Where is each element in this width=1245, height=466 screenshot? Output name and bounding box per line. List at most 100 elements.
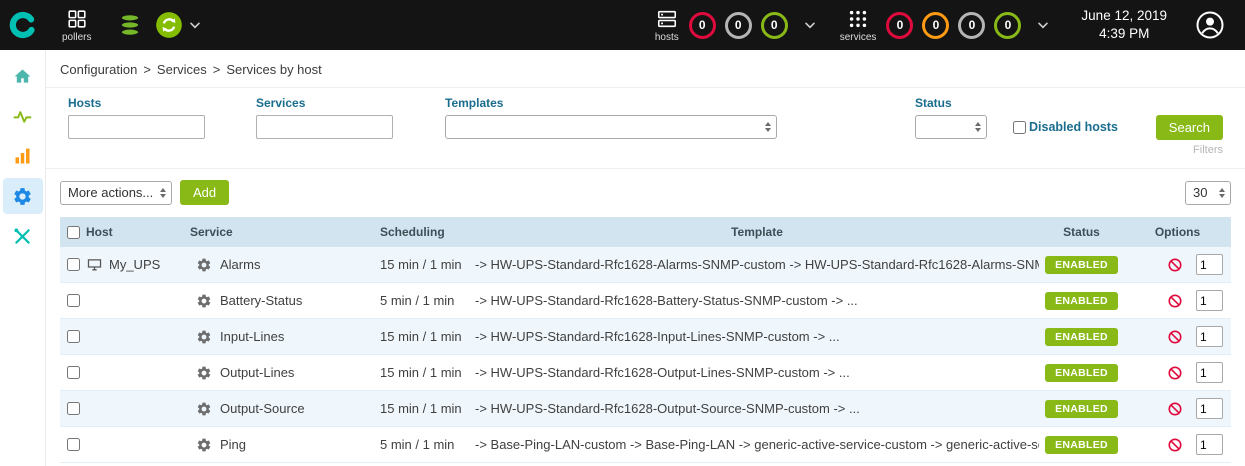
status-badge: ENABLED: [1045, 400, 1118, 418]
hosts-status-badges: 000: [689, 12, 788, 39]
status-cell: ENABLED: [1039, 256, 1124, 274]
sidebar-item-administration[interactable]: [3, 218, 43, 254]
service-name[interactable]: Battery-Status: [220, 293, 302, 308]
centreon-logo[interactable]: [0, 0, 46, 50]
row-checkbox[interactable]: [67, 366, 80, 379]
table-body: My_UPS Alarms 15 min / 1 min -> HW-UPS-S…: [60, 247, 1231, 463]
sidebar: [0, 50, 46, 466]
column-header-template[interactable]: Template: [475, 225, 1039, 239]
status-filter-label: Status: [915, 96, 987, 110]
gear-icon: [196, 293, 212, 309]
sidebar-item-monitoring[interactable]: [3, 98, 43, 134]
status-counter-badge[interactable]: 0: [725, 12, 752, 39]
row-checkbox-cell: [60, 294, 86, 307]
hosts-filter-label: Hosts: [68, 96, 205, 110]
filters-toggle[interactable]: Filters: [1193, 144, 1223, 156]
row-checkbox[interactable]: [67, 294, 80, 307]
row-checkbox[interactable]: [67, 330, 80, 343]
table-row: Ping 5 min / 1 min -> Base-Ping-LAN-cust…: [60, 427, 1231, 463]
services-menu[interactable]: services: [840, 8, 877, 43]
no-entry-icon[interactable]: [1167, 437, 1183, 453]
select-arrows-icon: [160, 188, 166, 198]
chevron-down-icon[interactable]: [802, 17, 818, 33]
gear-icon: [196, 329, 212, 345]
user-icon[interactable]: [1195, 10, 1225, 40]
options-count-input[interactable]: [1196, 398, 1223, 419]
column-header-host[interactable]: Host: [86, 225, 190, 239]
database-icon[interactable]: [117, 12, 143, 38]
column-header-status[interactable]: Status: [1039, 225, 1124, 239]
breadcrumb-item[interactable]: Configuration: [60, 62, 137, 77]
sync-icon[interactable]: [155, 11, 183, 39]
breadcrumb-item[interactable]: Services: [157, 62, 207, 77]
sidebar-item-configuration[interactable]: [3, 178, 43, 214]
no-entry-icon[interactable]: [1167, 329, 1183, 345]
status-counter-badge[interactable]: 0: [994, 12, 1021, 39]
column-header-scheduling[interactable]: Scheduling: [380, 225, 475, 239]
pollers-menu[interactable]: pollers: [62, 8, 91, 43]
row-checkbox[interactable]: [67, 438, 80, 451]
home-icon: [12, 66, 33, 87]
status-select[interactable]: [915, 115, 987, 139]
service-name[interactable]: Ping: [220, 437, 246, 452]
service-name[interactable]: Output-Source: [220, 401, 305, 416]
status-cell: ENABLED: [1039, 436, 1124, 454]
tools-icon: [12, 226, 33, 247]
chevron-down-icon[interactable]: [1035, 17, 1051, 33]
template-cell: -> HW-UPS-Standard-Rfc1628-Output-Source…: [475, 401, 1039, 416]
table-row: Output-Source 15 min / 1 min -> HW-UPS-S…: [60, 391, 1231, 427]
page-size-select[interactable]: 30: [1185, 181, 1231, 205]
service-name[interactable]: Output-Lines: [220, 365, 294, 380]
breadcrumb-item[interactable]: Services by host: [226, 62, 321, 77]
no-entry-icon[interactable]: [1167, 401, 1183, 417]
status-counter-badge[interactable]: 0: [761, 12, 788, 39]
table-row: Battery-Status 5 min / 1 min -> HW-UPS-S…: [60, 283, 1231, 319]
row-checkbox-cell: [60, 366, 86, 379]
breadcrumb-separator: >: [143, 62, 151, 77]
options-cell: [1124, 254, 1231, 275]
service-name[interactable]: Alarms: [220, 257, 260, 272]
options-count-input[interactable]: [1196, 326, 1223, 347]
no-entry-icon[interactable]: [1167, 365, 1183, 381]
column-header-options[interactable]: Options: [1124, 225, 1231, 239]
status-counter-badge[interactable]: 0: [886, 12, 913, 39]
options-count-input[interactable]: [1196, 290, 1223, 311]
disabled-hosts-checkbox[interactable]: [1013, 121, 1026, 134]
status-badge: ENABLED: [1045, 256, 1118, 274]
current-time: 4:39 PM: [1081, 25, 1167, 43]
select-all-checkbox[interactable]: [67, 226, 80, 239]
options-count-input[interactable]: [1196, 434, 1223, 455]
options-count-input[interactable]: [1196, 254, 1223, 275]
no-entry-icon[interactable]: [1167, 293, 1183, 309]
current-date: June 12, 2019: [1081, 7, 1167, 25]
add-button[interactable]: Add: [180, 180, 229, 205]
status-counter-badge[interactable]: 0: [689, 12, 716, 39]
status-counter-badge[interactable]: 0: [922, 12, 949, 39]
row-checkbox[interactable]: [67, 258, 80, 271]
templates-select[interactable]: [445, 115, 777, 139]
status-cell: ENABLED: [1039, 364, 1124, 382]
scheduling-cell: 15 min / 1 min: [380, 365, 475, 380]
hosts-label: hosts: [655, 32, 679, 43]
column-header-service[interactable]: Service: [190, 225, 380, 239]
status-filter-field: Status: [915, 96, 987, 139]
disabled-hosts-toggle[interactable]: Disabled hosts: [1013, 120, 1118, 134]
no-entry-icon[interactable]: [1167, 257, 1183, 273]
topbar: pollers hosts 000 services 0000 June 12,…: [0, 0, 1245, 50]
more-actions-select[interactable]: More actions...: [60, 181, 172, 205]
options-count-input[interactable]: [1196, 362, 1223, 383]
services-table: Host Service Scheduling Template Status …: [60, 217, 1231, 463]
sidebar-item-home[interactable]: [3, 58, 43, 94]
hosts-menu[interactable]: hosts: [655, 8, 679, 43]
status-cell: ENABLED: [1039, 328, 1124, 346]
sidebar-item-reporting[interactable]: [3, 138, 43, 174]
chevron-down-icon[interactable]: [187, 17, 203, 33]
templates-filter-label: Templates: [445, 96, 777, 110]
search-button[interactable]: Search: [1156, 115, 1223, 140]
services-filter-input[interactable]: [256, 115, 393, 139]
status-counter-badge[interactable]: 0: [958, 12, 985, 39]
hosts-filter-input[interactable]: [68, 115, 205, 139]
host-name[interactable]: My_UPS: [109, 257, 160, 272]
service-name[interactable]: Input-Lines: [220, 329, 284, 344]
row-checkbox[interactable]: [67, 402, 80, 415]
